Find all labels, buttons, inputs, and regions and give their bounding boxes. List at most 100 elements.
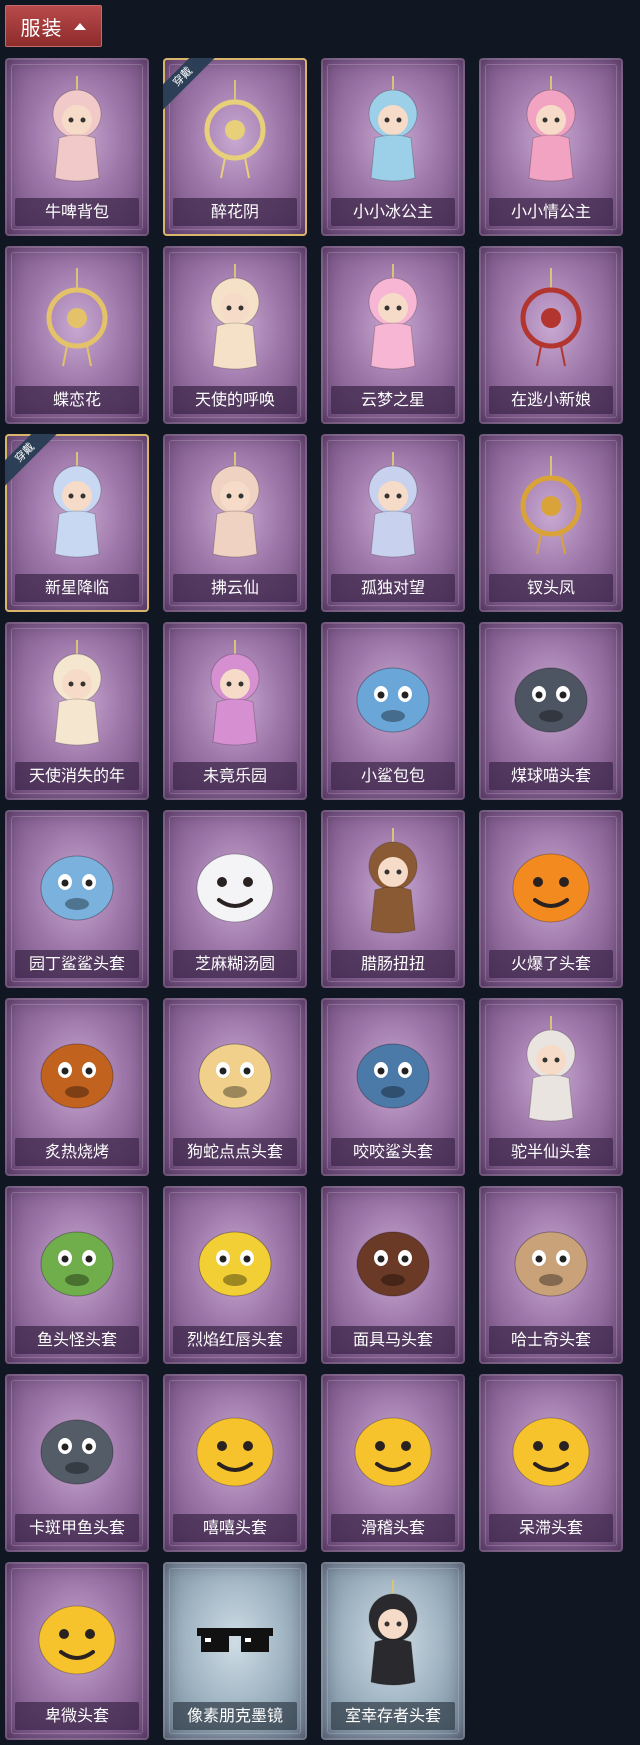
gas-mask-helmet-icon <box>368 1580 418 1686</box>
floral-pendant-icon <box>204 80 266 179</box>
costume-label: 卡斑甲鱼头套 <box>15 1514 139 1542</box>
costume-card-ice-princess[interactable]: 小小冰公主 <box>321 58 465 236</box>
costume-card-bell-pendant[interactable]: 蝶恋花 <box>5 246 149 424</box>
shark-bag-icon <box>356 667 430 733</box>
costume-label: 未竟乐园 <box>173 762 297 790</box>
bell-pendant-icon <box>46 268 108 367</box>
snake-head-icon <box>198 1043 272 1109</box>
costume-label: 卑微头套 <box>15 1702 139 1730</box>
pink-princess-icon <box>526 76 576 182</box>
costume-label: 鱼头怪头套 <box>15 1326 139 1354</box>
veiled-angel-icon <box>52 640 102 746</box>
costume-card-husky-head[interactable]: 哈士奇头套 <box>479 1186 623 1364</box>
costume-card-lonely-doll[interactable]: 孤独对望 <box>321 434 465 612</box>
costume-section-toggle[interactable]: 服装 <box>5 5 102 47</box>
costume-label: 新星降临 <box>15 574 139 602</box>
cat-head-icon <box>514 667 588 733</box>
lonely-doll-icon <box>368 452 418 558</box>
costume-label: 云梦之星 <box>331 386 455 414</box>
seal-head-icon <box>40 1419 114 1485</box>
costume-card-humble-emoji[interactable]: 卑微头套 <box>5 1562 149 1740</box>
bbq-meat-icon <box>40 1043 114 1109</box>
phoenix-crown-icon <box>520 456 582 555</box>
costume-label: 烈焰红唇头套 <box>173 1326 297 1354</box>
costume-label: 室幸存者头套 <box>331 1702 455 1730</box>
costume-card-cat-head[interactable]: 煤球喵头套 <box>479 622 623 800</box>
costume-card-rice-ball[interactable]: 芝麻糊汤圆 <box>163 810 307 988</box>
costume-card-fire-head[interactable]: 火爆了头套 <box>479 810 623 988</box>
costume-card-gas-mask-helmet[interactable]: 室幸存者头套 <box>321 1562 465 1740</box>
costume-card-biting-shark[interactable]: 咬咬鲨头套 <box>321 998 465 1176</box>
costume-label: 醉花阴 <box>173 198 297 226</box>
fire-head-icon <box>512 853 590 923</box>
costume-label: 牛啤背包 <box>15 198 139 226</box>
costume-label: 咬咬鲨头套 <box>331 1138 455 1166</box>
costume-card-sausage-dog[interactable]: 腊肠扭扭 <box>321 810 465 988</box>
costume-card-funny-emoji[interactable]: 滑稽头套 <box>321 1374 465 1552</box>
sausage-dog-icon <box>368 828 418 934</box>
rice-ball-icon <box>196 853 274 923</box>
angel-doll-icon <box>210 264 260 370</box>
costume-card-bride-lamp[interactable]: 在逃小新娘 <box>479 246 623 424</box>
costume-label: 煤球喵头套 <box>489 762 613 790</box>
costume-label: 火爆了头套 <box>489 950 613 978</box>
costume-card-horse-head[interactable]: 面具马头套 <box>321 1186 465 1364</box>
grin-emoji-icon <box>196 1417 274 1487</box>
costume-label: 狗蛇点点头套 <box>173 1138 297 1166</box>
costume-label: 天使的呼唤 <box>173 386 297 414</box>
costume-label: 钗头凤 <box>489 574 613 602</box>
costume-grid: 牛啤背包 醉花阴 穿戴 小小冰公主 小小情公主 蝶恋花 天使的呼唤 云梦之星 在… <box>5 58 623 1740</box>
chevron-up-icon <box>73 23 86 30</box>
costume-label: 像素朋克墨镜 <box>173 1702 297 1730</box>
costume-card-beer-barrel-pig[interactable]: 牛啤背包 <box>5 58 149 236</box>
costume-card-dazed-emoji[interactable]: 呆滞头套 <box>479 1374 623 1552</box>
costume-card-angel-doll[interactable]: 天使的呼唤 <box>163 246 307 424</box>
costume-card-yellow-mouse[interactable]: 烈焰红唇头套 <box>163 1186 307 1364</box>
costume-label: 小小情公主 <box>489 198 613 226</box>
costume-label: 在逃小新娘 <box>489 386 613 414</box>
unicorn-cloud-icon <box>368 264 418 370</box>
costume-card-bear-sunglasses[interactable]: 驼半仙头套 <box>479 998 623 1176</box>
beer-barrel-pig-icon <box>52 76 102 182</box>
costume-label: 小鲨包包 <box>331 762 455 790</box>
costume-card-pixel-sunglasses[interactable]: 像素朋克墨镜 <box>163 1562 307 1740</box>
star-doll-icon <box>52 452 102 558</box>
costume-card-shark-bag[interactable]: 小鲨包包 <box>321 622 465 800</box>
costume-label: 嘻嘻头套 <box>173 1514 297 1542</box>
costume-label: 腊肠扭扭 <box>331 950 455 978</box>
costume-card-fish-head[interactable]: 鱼头怪头套 <box>5 1186 149 1364</box>
costume-label: 园丁鲨鲨头套 <box>15 950 139 978</box>
yellow-mouse-icon <box>198 1231 272 1297</box>
biting-shark-icon <box>356 1043 430 1109</box>
costume-card-unicorn-cloud[interactable]: 云梦之星 <box>321 246 465 424</box>
costume-card-paradise-girl[interactable]: 未竟乐园 <box>163 622 307 800</box>
costume-label: 哈士奇头套 <box>489 1326 613 1354</box>
husky-head-icon <box>514 1231 588 1297</box>
costume-card-phoenix-crown[interactable]: 钗头凤 <box>479 434 623 612</box>
costume-label: 小小冰公主 <box>331 198 455 226</box>
costume-card-snake-head[interactable]: 狗蛇点点头套 <box>163 998 307 1176</box>
bride-lamp-icon <box>520 268 582 367</box>
pixel-sunglasses-icon <box>197 1628 273 1652</box>
costume-label: 天使消失的年 <box>15 762 139 790</box>
costume-card-pink-princess[interactable]: 小小情公主 <box>479 58 623 236</box>
costume-card-veiled-angel[interactable]: 天使消失的年 <box>5 622 149 800</box>
costume-label: 拂云仙 <box>173 574 297 602</box>
costume-label: 芝麻糊汤圆 <box>173 950 297 978</box>
costume-card-seal-head[interactable]: 卡斑甲鱼头套 <box>5 1374 149 1552</box>
costume-card-grin-emoji[interactable]: 嘻嘻头套 <box>163 1374 307 1552</box>
costume-card-gardener-shark[interactable]: 园丁鲨鲨头套 <box>5 810 149 988</box>
costume-card-bbq-meat[interactable]: 炙热烧烤 <box>5 998 149 1176</box>
costume-card-star-doll[interactable]: 新星降临 穿戴 <box>5 434 149 612</box>
humble-emoji-icon <box>38 1605 116 1675</box>
costume-label: 炙热烧烤 <box>15 1138 139 1166</box>
dazed-emoji-icon <box>512 1417 590 1487</box>
bear-sunglasses-icon <box>526 1016 576 1122</box>
funny-emoji-icon <box>354 1417 432 1487</box>
costume-label: 面具马头套 <box>331 1326 455 1354</box>
costume-card-floral-pendant[interactable]: 醉花阴 穿戴 <box>163 58 307 236</box>
costume-card-cloud-fairy[interactable]: 拂云仙 <box>163 434 307 612</box>
section-title: 服装 <box>20 15 63 40</box>
gardener-shark-icon <box>40 855 114 921</box>
ice-princess-icon <box>368 76 418 182</box>
